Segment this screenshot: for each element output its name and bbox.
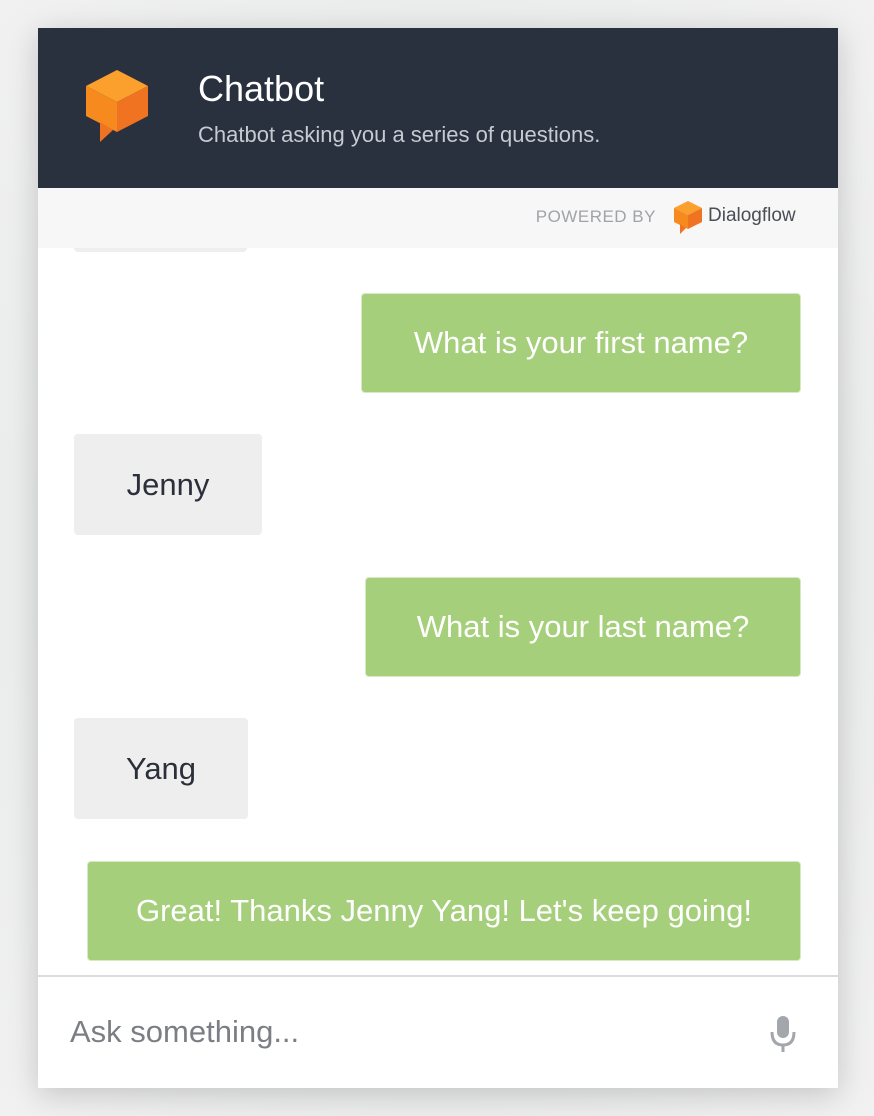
user-message-bubble: Yang	[74, 718, 248, 819]
bot-message-bubble: Great! Thanks Jenny Yang! Let's keep goi…	[87, 861, 801, 961]
ask-input[interactable]	[70, 1007, 730, 1057]
powered-by-bar: POWERED BY Dialogflow	[38, 188, 838, 248]
user-message-text: Yang	[125, 750, 197, 786]
bot-message-text: What is your first name?	[413, 325, 749, 360]
bot-message-bubble: What is your first name?	[361, 293, 801, 393]
user-message-text: Jenny	[126, 466, 210, 502]
bot-message-text: Great! Thanks Jenny Yang! Let's keep goi…	[136, 893, 752, 928]
chat-title: Chatbot	[198, 68, 325, 109]
input-area	[38, 977, 838, 1088]
message-list: What is your first name? Jenny What is y…	[38, 248, 838, 975]
chat-subtitle: Chatbot asking you a series of questions…	[198, 122, 601, 147]
dialogflow-brand-name: Dialogflow	[708, 205, 796, 226]
dialogflow-logo-icon	[674, 201, 702, 234]
user-message-bubble: Jenny	[74, 434, 262, 535]
chat-widget: Chatbot Chatbot asking you a series of q…	[38, 28, 838, 1088]
chatbot-logo-icon	[86, 70, 148, 142]
microphone-icon[interactable]	[768, 1014, 798, 1054]
bot-message-bubble: What is your last name?	[365, 577, 801, 677]
chat-header: Chatbot Chatbot asking you a series of q…	[38, 28, 838, 188]
bot-message-text: What is your last name?	[416, 609, 750, 644]
user-message-bubble	[74, 248, 247, 252]
powered-by-label: POWERED BY	[535, 207, 656, 226]
